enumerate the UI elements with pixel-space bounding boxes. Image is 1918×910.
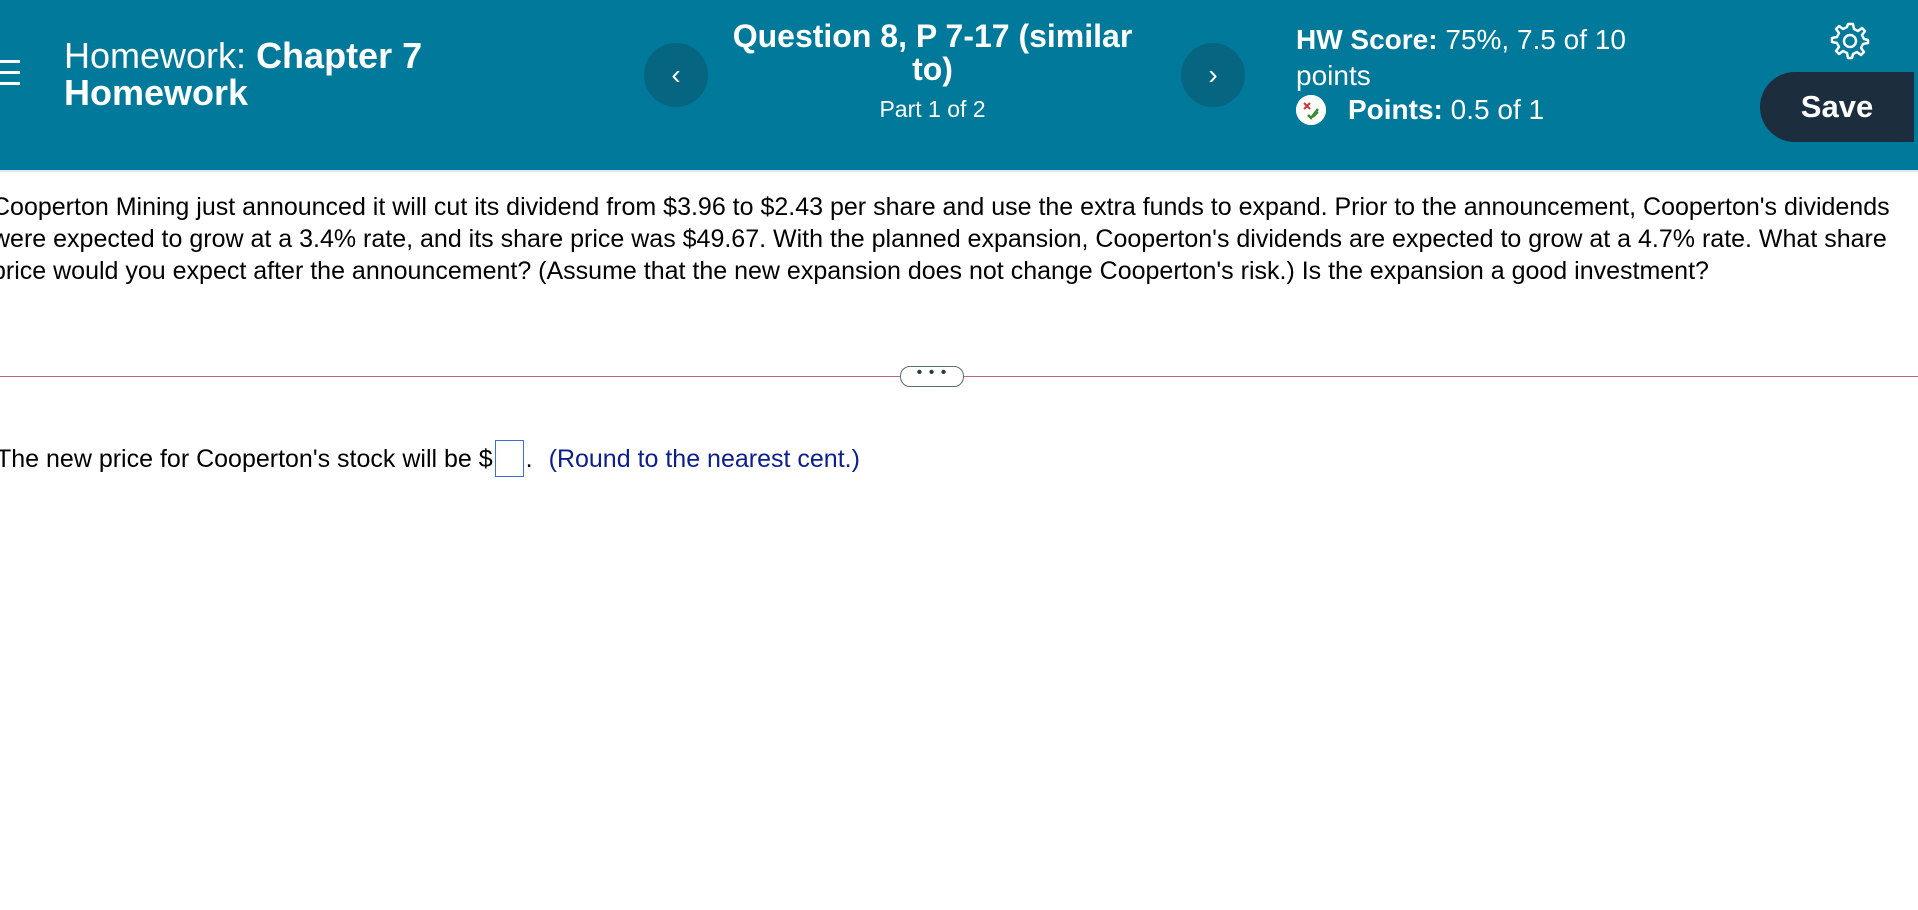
answer-prefix: The new price for Cooperton's stock will… bbox=[0, 444, 493, 473]
previous-question-button[interactable]: ‹ bbox=[644, 43, 708, 107]
header-separator bbox=[0, 170, 1918, 172]
homework-chapter: Chapter 7 bbox=[256, 35, 423, 76]
answer-row: The new price for Cooperton's stock will… bbox=[0, 440, 860, 477]
hw-score-label: HW Score: bbox=[1296, 24, 1438, 55]
points-value: 0.5 of 1 bbox=[1450, 94, 1545, 125]
points-status-icon bbox=[1296, 95, 1326, 125]
homework-prefix: Homework: bbox=[64, 35, 247, 76]
answer-suffix: . bbox=[525, 444, 533, 473]
homework-name: Homework bbox=[64, 72, 249, 113]
question-title: Question 8, P 7-17 (similar to) bbox=[732, 18, 1133, 87]
gear-icon[interactable] bbox=[1830, 20, 1870, 60]
question-points: Points: 0.5 of 1 bbox=[1296, 92, 1544, 128]
next-question-button[interactable]: › bbox=[1181, 43, 1245, 107]
save-button[interactable]: Save bbox=[1760, 72, 1914, 142]
hw-score: HW Score: 75%, 7.5 of 10 points bbox=[1296, 22, 1656, 94]
menu-icon[interactable] bbox=[0, 60, 20, 86]
expand-ellipsis-button[interactable]: • • • bbox=[900, 365, 964, 387]
problem-statement: Cooperton Mining just announced it will … bbox=[0, 193, 1890, 285]
points-label: Points: bbox=[1348, 94, 1443, 125]
chevron-left-icon: ‹ bbox=[671, 59, 681, 90]
question-part: Part 1 of 2 bbox=[879, 96, 986, 122]
homework-title: Homework: Chapter 7 Homework bbox=[64, 37, 584, 111]
rounding-hint: (Round to the nearest cent.) bbox=[548, 444, 860, 473]
answer-input[interactable] bbox=[494, 440, 524, 477]
header-bar: Homework: Chapter 7 Homework ‹ Question … bbox=[0, 0, 1918, 170]
chevron-right-icon: › bbox=[1208, 59, 1218, 90]
